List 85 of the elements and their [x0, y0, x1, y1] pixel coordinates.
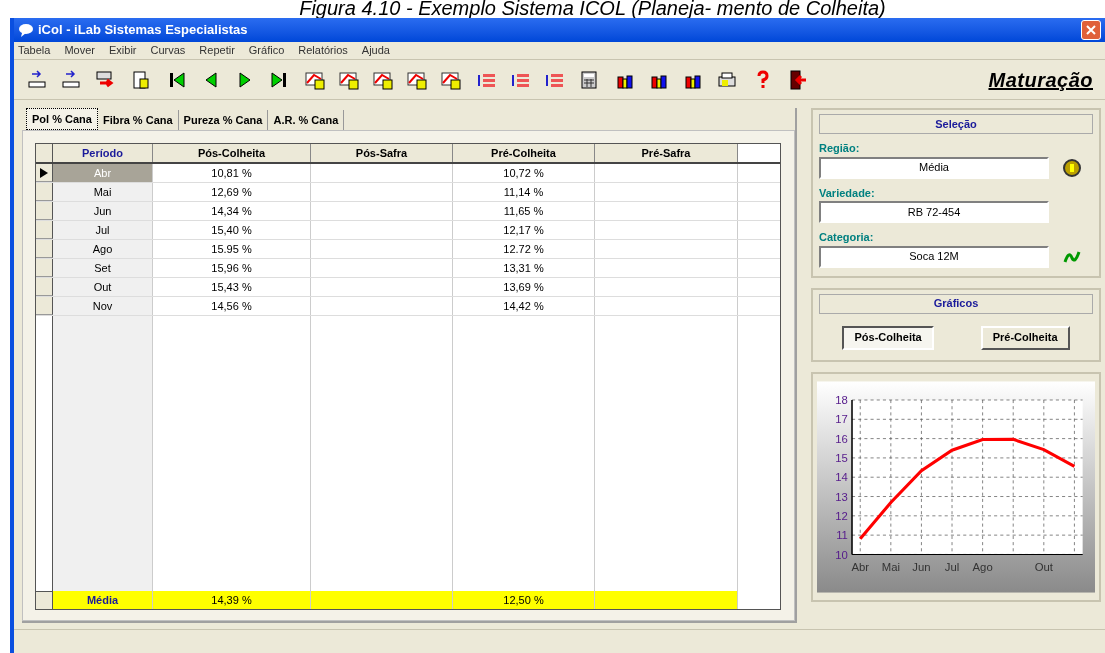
table-row[interactable]: Out 15,43 % 13,69 % [36, 278, 780, 297]
table-row[interactable]: Abr 10,81 % 10,72 % [36, 164, 780, 183]
summary-cell: 12,50 % [453, 591, 595, 609]
table-cell: 13,69 % [453, 278, 595, 296]
table-cell: 10,72 % [453, 164, 595, 182]
summary-cell: Média [53, 591, 153, 609]
menu-item[interactable]: Tabela [18, 42, 51, 59]
table-row[interactable]: Ago 15.95 % 12.72 % [36, 240, 780, 259]
table-cell: Ago [53, 240, 153, 258]
menu-item[interactable]: Gráfico [248, 42, 285, 59]
column-header[interactable]: Pré-Colheita [453, 144, 595, 162]
y-tick-label: 16 [835, 432, 848, 445]
table-row[interactable]: Jul 15,40 % 12,17 % [36, 221, 780, 240]
table-cell: 12,17 % [453, 221, 595, 239]
speech-bubble-icon [18, 23, 34, 37]
table-cell: Jun [53, 202, 153, 220]
table-row[interactable]: Nov 14,56 % 14,42 % [36, 297, 780, 316]
table-cell: Nov [53, 297, 153, 315]
y-tick-label: 14 [835, 470, 848, 483]
table-row[interactable]: Set 15,96 % 13,31 % [36, 259, 780, 278]
table-cell: 15,40 % [153, 221, 311, 239]
table-row[interactable]: Mai 12,69 % 11,14 % [36, 183, 780, 202]
y-tick-label: 17 [835, 412, 848, 425]
window-title: iCol - iLab Sistemas Especialistas [38, 21, 248, 40]
module-title: Maturação [988, 67, 1093, 93]
tray-icon[interactable] [60, 68, 82, 91]
table-cell: 11,65 % [453, 202, 595, 220]
current-row-icon [40, 167, 48, 178]
summary-cell: 14,39 % [153, 591, 311, 609]
table-cell: Set [53, 259, 153, 277]
column-header[interactable]: Pós-Colheita [153, 144, 311, 162]
menu-item[interactable]: Curvas [150, 42, 186, 59]
x-tick-label: Out [1034, 560, 1053, 573]
y-tick-label: 12 [835, 509, 848, 522]
y-tick-label: 10 [835, 548, 848, 561]
column-header[interactable]: Período [53, 144, 153, 162]
column-header[interactable]: Pré-Safra [595, 144, 738, 162]
table-cell: Abr [53, 164, 153, 182]
menu-item[interactable]: Relatórios [298, 42, 348, 59]
field-label: Variedade: [819, 185, 876, 201]
table-cell: 15.95 % [153, 240, 311, 258]
x-tick-label: Jul [944, 560, 960, 573]
chart-toggle-button[interactable]: Pós-Colheita [842, 325, 934, 350]
table-cell: 14,56 % [153, 297, 311, 315]
input-field[interactable]: Soca 12M [819, 245, 1049, 268]
table-cell: Mai [53, 183, 153, 201]
close-button[interactable] [1081, 20, 1101, 40]
chart-toggle-button[interactable]: Pré-Colheita [980, 325, 1070, 350]
menu-item[interactable]: Mover [64, 42, 95, 59]
tray-icon[interactable] [26, 68, 48, 91]
x-tick-label: Ago [972, 560, 993, 573]
table-cell: 12,69 % [153, 183, 311, 201]
table-row[interactable]: Jun 14,34 % 11,65 % [36, 202, 780, 221]
menu-item[interactable]: Repetir [199, 42, 235, 59]
table-cell: 14,34 % [153, 202, 311, 220]
calculator-icon[interactable] [578, 68, 600, 91]
y-tick-label: 13 [835, 490, 848, 503]
panel-title: Seleção [935, 116, 977, 132]
table-cell: 12.72 % [453, 240, 595, 258]
table-cell: Jul [53, 221, 153, 239]
field-label: Região: [819, 141, 861, 156]
close-icon [1086, 25, 1096, 35]
menu-item[interactable]: Ajuda [361, 42, 390, 59]
y-tick-label: 11 [836, 528, 848, 541]
input-field[interactable]: RB 72-454 [819, 201, 1049, 223]
panel-title: Gráficos [933, 296, 979, 312]
document-icon[interactable] [130, 68, 152, 91]
field-label: Categoria: [819, 230, 875, 245]
table-cell: Out [53, 278, 153, 296]
table-cell: 15,96 % [153, 259, 311, 277]
y-tick-label: 15 [835, 451, 848, 464]
table-cell: 11,14 % [453, 183, 595, 201]
table-cell: 13,31 % [453, 259, 595, 277]
table-cell: 10,81 % [153, 164, 311, 182]
coin-icon[interactable] [1063, 158, 1081, 177]
table-cell: 14,42 % [453, 297, 595, 315]
column-header[interactable]: Pós-Safra [311, 144, 453, 162]
x-tick-label: Jun [912, 560, 931, 573]
y-tick-label: 18 [835, 393, 848, 406]
x-tick-label: Abr [851, 560, 870, 573]
menu-item[interactable]: Exibir [109, 42, 137, 59]
input-field[interactable]: Média [819, 156, 1049, 179]
table-cell: 15,43 % [153, 278, 311, 296]
x-tick-label: Mai [881, 560, 900, 573]
tab[interactable]: Pol % Cana [26, 108, 98, 130]
